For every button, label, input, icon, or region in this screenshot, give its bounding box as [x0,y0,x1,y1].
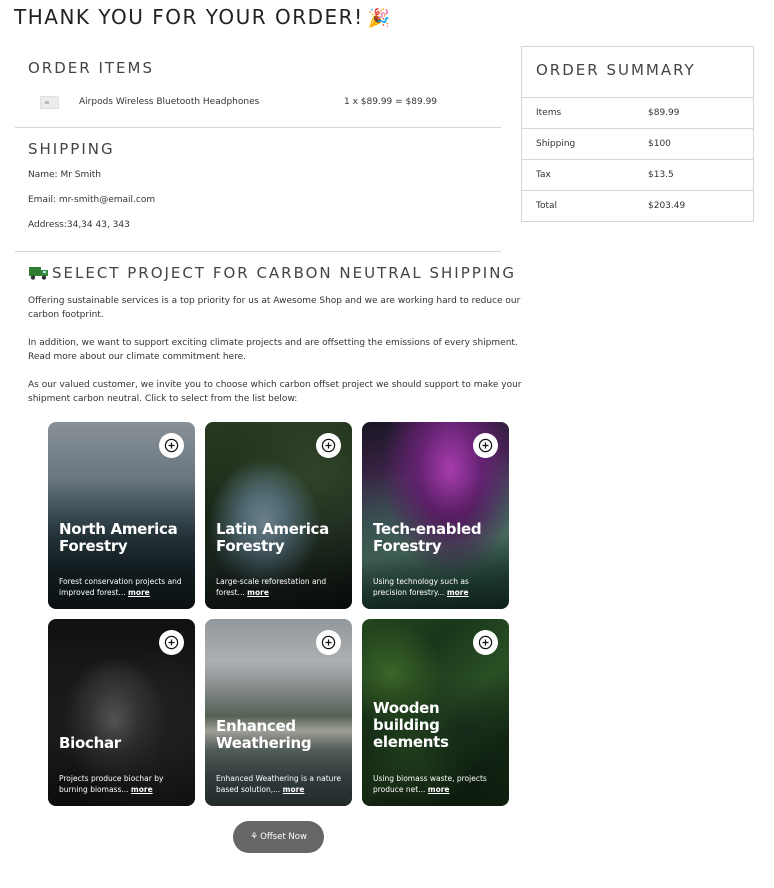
party-popper-icon: 🎉 [367,8,392,29]
plus-circle-icon [478,635,493,650]
product-price-line: 1 x $89.99 = $89.99 [344,97,438,107]
more-link[interactable]: more [131,785,153,794]
add-project-button[interactable] [159,433,184,458]
card-description: Projects produce biochar by burning biom… [59,774,164,794]
order-items-heading: ORDER ITEMS [28,59,154,77]
carbon-heading: SELECT PROJECT FOR CARBON NEUTRAL SHIPPI… [28,264,516,282]
project-card-wooden-building-elements[interactable]: Wooden building elements Using biomass w… [362,619,509,806]
order-summary-heading: ORDER SUMMARY [536,61,696,79]
order-item-row: Airpods Wireless Bluetooth Headphones 1 … [40,93,460,111]
summary-label: Shipping [536,139,576,149]
project-card-north-america-forestry[interactable]: North America Forestry Forest conservati… [48,422,195,609]
shipping-address: Address:34,34 43, 343 [28,220,130,230]
add-project-button[interactable] [473,630,498,655]
plus-circle-icon [478,438,493,453]
more-link[interactable]: more [247,588,269,597]
plus-circle-icon [164,438,179,453]
product-name-link[interactable]: Airpods Wireless Bluetooth Headphones [79,97,344,107]
shipping-email-value: mr-smith@email.com [58,195,156,205]
truck-icon [29,267,48,280]
divider [15,251,501,252]
carbon-heading-text: SELECT PROJECT FOR CARBON NEUTRAL SHIPPI… [52,264,517,282]
shipping-name: Name: Mr Smith [28,170,101,180]
order-summary-panel: ORDER SUMMARY Items $89.99 Shipping $100… [521,46,754,222]
project-card-latin-america-forestry[interactable]: Latin America Forestry Large-scale refor… [205,422,352,609]
summary-row-shipping: Shipping $100 [522,128,753,159]
more-link[interactable]: more [283,785,305,794]
card-description: Using technology such as precision fores… [373,577,469,597]
card-description: Large-scale reforestation and forest... … [216,577,327,597]
offset-now-button[interactable]: ⚘ Offset Now [233,821,324,853]
project-card-tech-enabled-forestry[interactable]: Tech-enabled Forestry Using technology s… [362,422,509,609]
add-project-button[interactable] [316,433,341,458]
offset-now-label: Offset Now [260,832,307,842]
add-project-button[interactable] [316,630,341,655]
card-description: Enhanced Weathering is a nature based so… [216,774,341,794]
card-title: Enhanced Weathering [216,717,312,752]
summary-value: $89.99 [648,108,680,118]
summary-value: $203.49 [648,201,686,211]
plus-circle-icon [321,635,336,650]
shipping-email: Email: mr-smith@email.com [28,195,155,205]
summary-label: Tax [536,170,551,180]
card-title: Tech-enabled Forestry [373,520,482,555]
summary-label: Total [536,201,558,211]
summary-value: $13.5 [648,170,674,180]
summary-label: Items [536,108,562,118]
card-description: Forest conservation projects and improve… [59,577,182,597]
summary-row-items: Items $89.99 [522,97,753,128]
more-link[interactable]: more [428,785,450,794]
summary-row-total: Total $203.49 [522,190,753,221]
project-card-biochar[interactable]: Biochar Projects produce biochar by burn… [48,619,195,806]
card-title: Wooden building elements [373,699,449,751]
plus-circle-icon [164,635,179,650]
divider [15,127,501,128]
summary-value: $100 [648,139,671,149]
carbon-intro-2: In addition, we want to support exciting… [28,338,518,362]
more-link[interactable]: more [447,588,469,597]
product-thumbnail[interactable] [40,95,59,109]
card-description: Using biomass waste, projects produce ne… [373,774,487,794]
carbon-intro-1: Offering sustainable services is a top p… [28,296,521,320]
card-title: Latin America Forestry [216,520,329,555]
add-project-button[interactable] [159,630,184,655]
shipping-email-label: Email: [28,195,57,205]
card-title: North America Forestry [59,520,178,555]
carbon-intro-3: As our valued customer, we invite you to… [28,380,522,404]
more-link[interactable]: more [128,588,150,597]
summary-row-tax: Tax $13.5 [522,159,753,190]
project-card-enhanced-weathering[interactable]: Enhanced Weathering Enhanced Weathering … [205,619,352,806]
card-title: Biochar [59,734,121,752]
shipping-heading: SHIPPING [28,140,115,158]
add-project-button[interactable] [473,433,498,458]
sprout-icon: ⚘ [250,832,259,842]
page-title: THANK YOU FOR YOUR ORDER! 🎉 [14,5,392,29]
plus-circle-icon [321,438,336,453]
